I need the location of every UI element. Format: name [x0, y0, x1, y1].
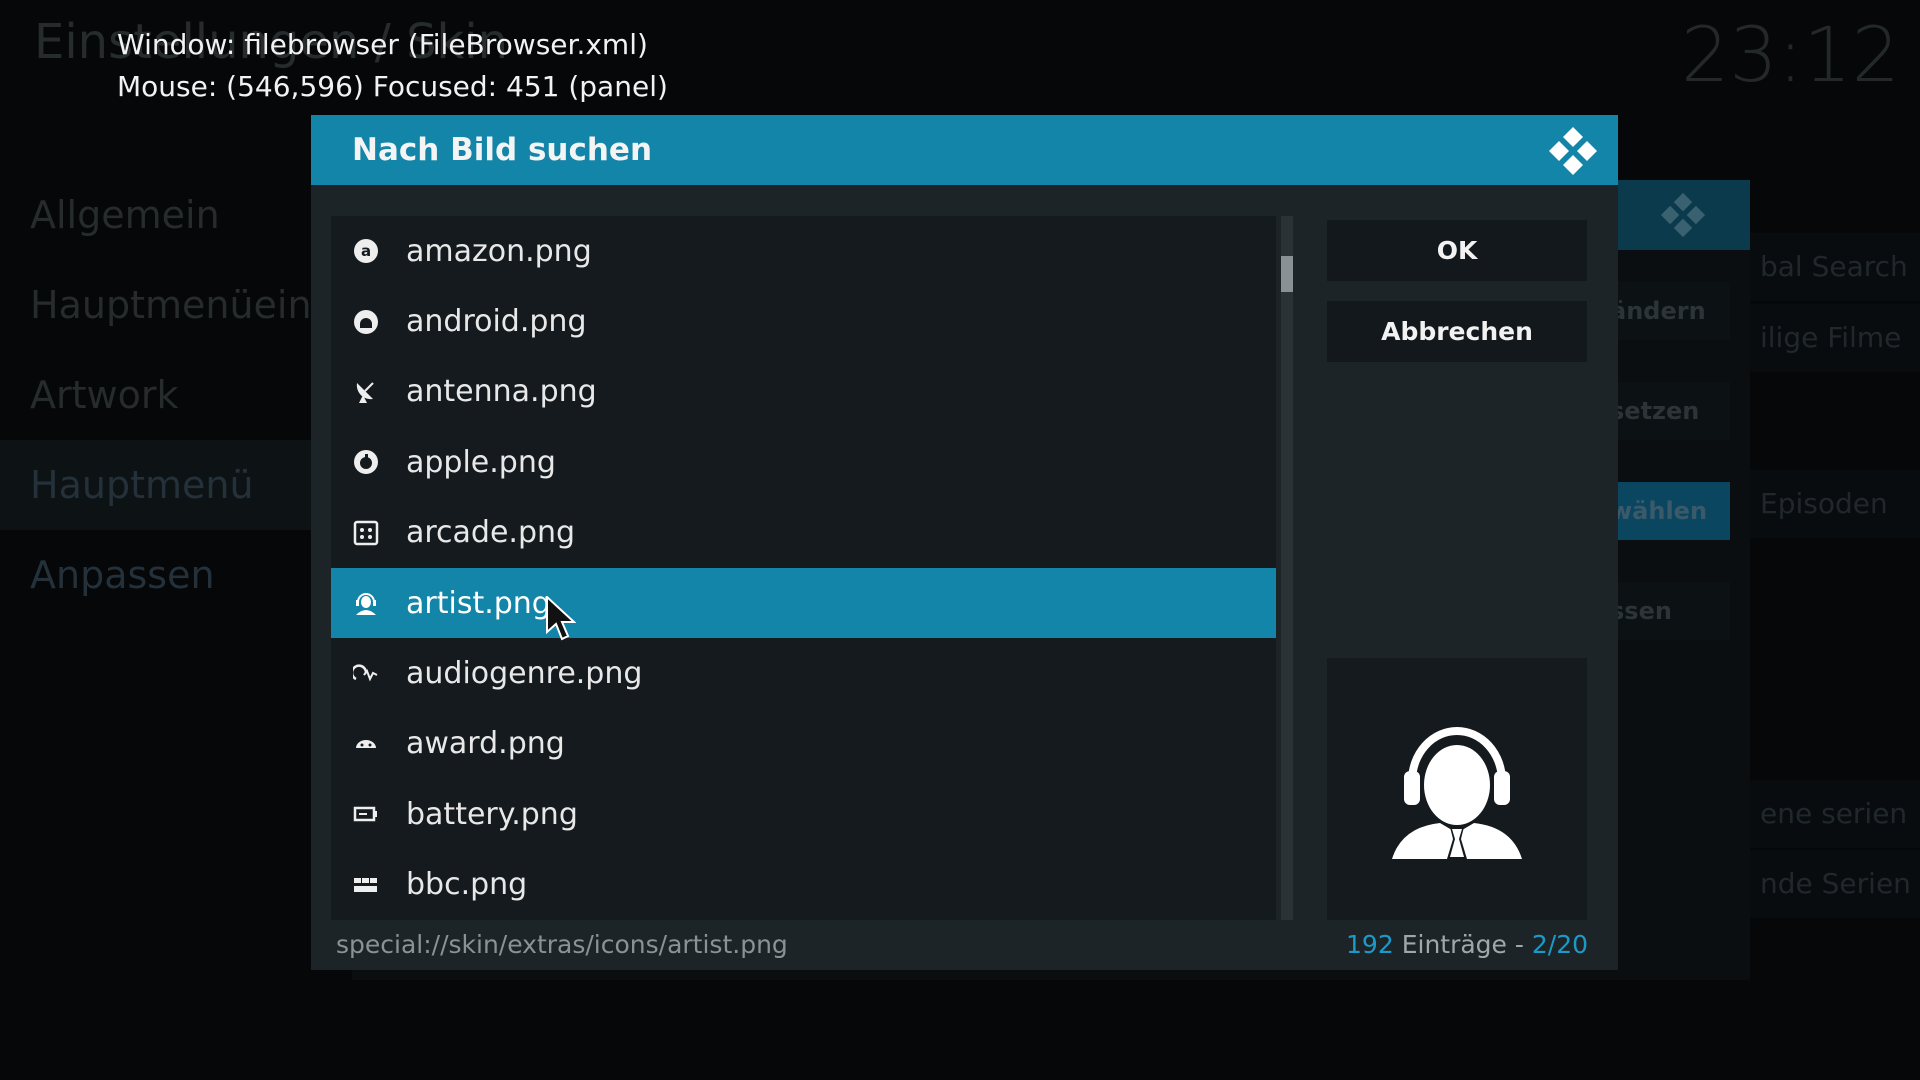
list-item[interactable]: battery.png	[331, 779, 1276, 849]
file-list[interactable]: a amazon.png android.png antenna.png app…	[331, 216, 1276, 920]
file-name: arcade.png	[406, 515, 576, 551]
file-name: award.png	[406, 726, 565, 762]
list-item-selected[interactable]: artist.png	[331, 567, 1276, 639]
list-item[interactable]: apple.png	[331, 427, 1276, 497]
battery-icon	[351, 799, 381, 829]
background-button-reset[interactable]: setzen	[1610, 382, 1730, 440]
list-item[interactable]: android.png	[331, 286, 1276, 356]
dialog-header: Nach Bild suchen	[311, 115, 1618, 185]
item-count: 192 Einträge - 2/20	[1346, 930, 1588, 959]
kodi-logo-icon	[1549, 127, 1597, 175]
file-browser-dialog: Nach Bild suchen a amazon.png android.pn…	[311, 115, 1618, 970]
svg-text:a: a	[361, 242, 371, 260]
ok-button[interactable]: OK	[1327, 220, 1587, 281]
list-item[interactable]: award.png	[331, 709, 1276, 779]
debug-window-info: Window: filebrowser (FileBrowser.xml)	[117, 28, 648, 61]
current-path: special://skin/extras/icons/artist.png	[336, 930, 788, 959]
list-item[interactable]: bbc.png	[331, 850, 1276, 920]
file-name: antenna.png	[406, 374, 597, 410]
page-indicator: 2/20	[1531, 930, 1588, 959]
item-total: 192	[1346, 930, 1394, 959]
mouse-cursor-icon	[546, 596, 576, 641]
background-item-episodes[interactable]: Episoden	[1750, 470, 1920, 538]
debug-mouse-info: Mouse: (546,596) Focused: 451 (panel)	[117, 70, 668, 103]
list-item[interactable]: arcade.png	[331, 498, 1276, 568]
file-name: battery.png	[406, 796, 578, 832]
antenna-icon	[351, 377, 381, 407]
item-count-label: Einträge -	[1393, 930, 1532, 959]
background-item-series[interactable]: ene serien	[1750, 780, 1920, 848]
arcade-icon	[351, 518, 381, 548]
clock: 23:12	[1680, 10, 1900, 99]
background-kodi-card	[1610, 180, 1750, 250]
award-icon	[351, 729, 381, 759]
background-button-change[interactable]: ändern	[1610, 282, 1730, 340]
artist-icon	[351, 588, 381, 618]
background-item-running-series[interactable]: nde Serien	[1750, 850, 1920, 918]
background-button-choose[interactable]: wählen	[1610, 482, 1730, 540]
category-artwork[interactable]: Artwork	[0, 350, 340, 440]
amazon-icon: a	[351, 236, 381, 266]
list-scrollbar[interactable]	[1281, 216, 1293, 920]
bbc-iplayer-icon	[351, 870, 381, 900]
audiogenre-icon	[351, 659, 381, 689]
file-name: apple.png	[406, 444, 556, 480]
debug-overlay: Window: filebrowser (FileBrowser.xml) Mo…	[117, 24, 668, 108]
category-main-menu-items[interactable]: Hauptmenüeinträge	[0, 260, 413, 350]
android-icon	[351, 307, 381, 337]
image-preview	[1327, 658, 1587, 920]
apple-icon	[351, 447, 381, 477]
kodi-logo-icon	[1660, 192, 1706, 238]
file-name: artist.png	[406, 585, 551, 621]
settings-category-menu: Allgemein Hauptmenüeinträge Artwork Haup…	[0, 170, 413, 597]
file-name: amazon.png	[406, 233, 592, 269]
background-item-global-search[interactable]: bal Search	[1750, 233, 1920, 301]
dialog-title: Nach Bild suchen	[352, 132, 653, 168]
file-name: android.png	[406, 304, 587, 340]
category-customize-main-menu[interactable]: Hauptmenü Anpassen	[0, 440, 340, 597]
list-item[interactable]: a amazon.png	[331, 216, 1276, 286]
list-item[interactable]: audiogenre.png	[331, 638, 1276, 708]
category-general[interactable]: Allgemein	[0, 170, 340, 260]
file-name: audiogenre.png	[406, 656, 643, 692]
cancel-button[interactable]: Abbrechen	[1327, 301, 1587, 362]
scrollbar-thumb[interactable]	[1281, 256, 1293, 292]
artist-headphones-icon	[1392, 727, 1522, 859]
background-button-close[interactable]: ssen	[1610, 582, 1730, 640]
background-item-movies[interactable]: ilige Filme	[1750, 304, 1920, 372]
list-item[interactable]: antenna.png	[331, 357, 1276, 427]
file-name: bbc.png	[406, 867, 528, 903]
